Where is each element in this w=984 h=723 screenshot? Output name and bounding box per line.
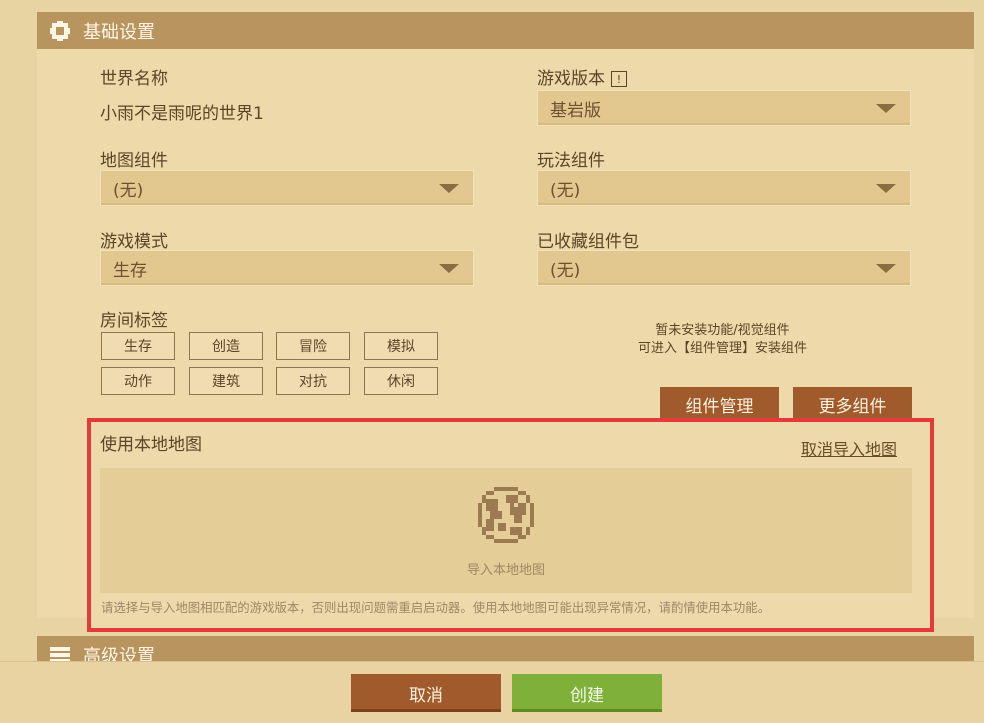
room-tag[interactable]: 生存 [101, 332, 175, 360]
room-tag[interactable]: 动作 [101, 367, 175, 395]
chevron-down-icon [439, 183, 459, 193]
room-tag[interactable]: 休闲 [364, 367, 438, 395]
more-components-button[interactable]: 更多组件 [793, 387, 912, 422]
map-component-select[interactable]: (无) [100, 170, 474, 206]
component-hint-line2: 可进入【组件管理】安装组件 [637, 341, 807, 356]
game-mode-label: 游戏模式 [100, 232, 168, 252]
world-name-value[interactable]: 小雨不是雨呢的世界1 [100, 99, 264, 124]
room-tag[interactable]: 模拟 [364, 332, 438, 360]
gameplay-component-label: 玩法组件 [537, 151, 605, 171]
room-tag[interactable]: 建筑 [189, 367, 263, 395]
create-button[interactable]: 创建 [512, 674, 662, 712]
import-local-map-dropzone[interactable]: 导入本地地图 [100, 468, 912, 593]
gear-icon [49, 20, 71, 42]
chevron-down-icon [876, 183, 896, 193]
gameplay-component-selected: (无) [550, 180, 581, 201]
cancel-import-link[interactable]: 取消导入地图 [801, 436, 897, 460]
local-map-title: 使用本地地图 [100, 435, 202, 455]
chevron-down-icon [876, 103, 896, 113]
game-version-select[interactable]: 基岩版 [537, 90, 911, 126]
world-name-label: 世界名称 [100, 69, 168, 89]
gameplay-component-select[interactable]: (无) [537, 170, 911, 206]
local-map-notice: 请选择与导入地图相匹配的游戏版本，否则出现问题需重启启动器。使用本地地图可能出现… [101, 600, 771, 615]
room-tags-label: 房间标签 [100, 311, 168, 331]
component-hint-line1: 暂未安装功能/视觉组件 [655, 323, 790, 338]
game-version-selected: 基岩版 [550, 100, 601, 121]
chevron-down-icon [439, 263, 459, 273]
map-component-selected: (无) [113, 180, 144, 201]
room-tag[interactable]: 冒险 [276, 332, 350, 360]
game-version-label-text: 游戏版本 [537, 69, 605, 89]
game-version-label: 游戏版本! [537, 64, 627, 89]
basic-settings-header[interactable]: 基础设置 [37, 12, 974, 49]
favorite-pack-selected: (无) [550, 260, 581, 281]
cancel-button[interactable]: 取消 [351, 674, 501, 712]
game-mode-select[interactable]: 生存 [100, 250, 474, 286]
favorite-pack-select[interactable]: (无) [537, 250, 911, 286]
room-tag[interactable]: 创造 [189, 332, 263, 360]
globe-icon [474, 483, 538, 551]
manage-components-button[interactable]: 组件管理 [660, 387, 779, 422]
import-local-map-label: 导入本地地图 [466, 563, 545, 578]
component-hint: 暂未安装功能/视觉组件 可进入【组件管理】安装组件 [580, 322, 865, 358]
room-tag[interactable]: 对抗 [276, 367, 350, 395]
chevron-down-icon [876, 263, 896, 273]
favorite-pack-label: 已收藏组件包 [537, 232, 639, 252]
info-icon[interactable]: ! [611, 71, 627, 87]
map-component-label: 地图组件 [100, 151, 168, 171]
basic-settings-title: 基础设置 [83, 21, 155, 43]
game-mode-selected: 生存 [113, 260, 147, 281]
